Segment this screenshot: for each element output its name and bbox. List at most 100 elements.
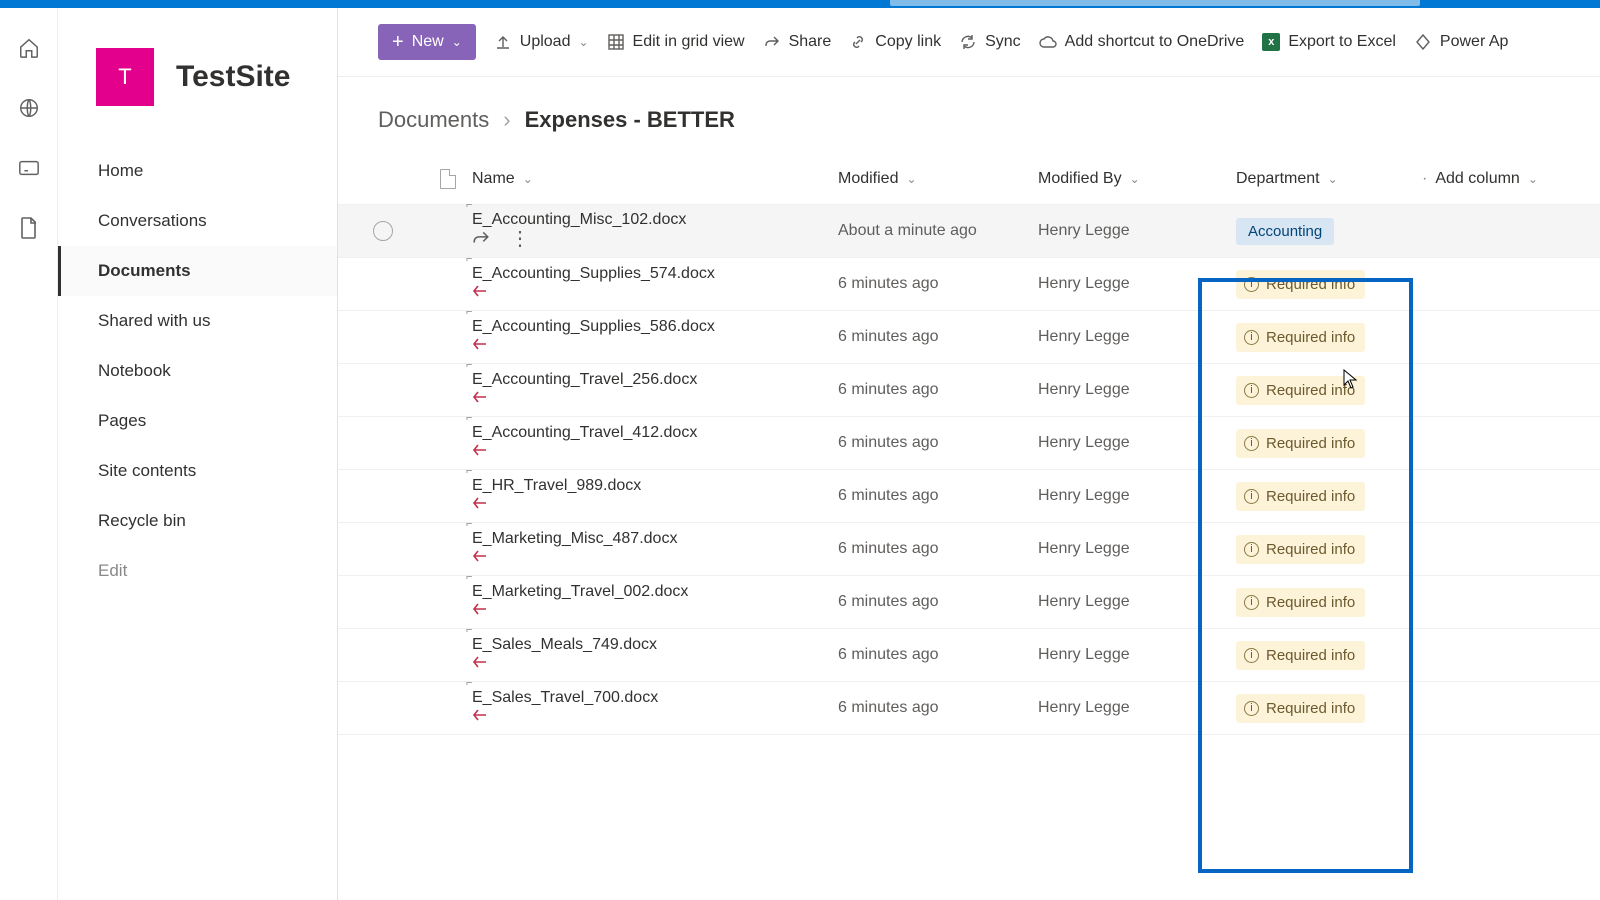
department-cell[interactable]: iRequired info [1208,588,1412,617]
command-bar: + New ⌄ Upload ⌄ Edit in grid view Share… [338,8,1600,77]
share-button[interactable]: Share [763,33,832,51]
breadcrumb-root[interactable]: Documents [378,107,489,133]
card-icon[interactable] [17,156,41,180]
department-cell[interactable]: iRequired info [1208,429,1412,458]
nav-item-notebook[interactable]: Notebook [58,346,337,396]
edit-grid-button[interactable]: Edit in grid view [607,33,745,51]
col-modified[interactable]: Modified⌄ [838,170,1038,188]
table-row[interactable]: ⌐E_Accounting_Travel_412.docx6 minutes a… [338,417,1600,470]
table-row[interactable]: ⌐E_HR_Travel_989.docx6 minutes agoHenry … [338,470,1600,523]
file-name[interactable]: E_Sales_Meals_749.docx [472,636,657,654]
chevron-down-icon: ⌄ [578,35,588,49]
col-department[interactable]: Department⌄ [1236,170,1412,188]
home-icon[interactable] [17,36,41,60]
modified-by-cell[interactable]: Henry Legge [1038,646,1208,664]
power-apps-button[interactable]: Power Ap [1414,33,1508,51]
modified-by-cell[interactable]: Henry Legge [1038,434,1208,452]
file-name[interactable]: E_Accounting_Travel_256.docx [472,371,697,389]
modified-by-cell[interactable]: Henry Legge [1038,487,1208,505]
new-button[interactable]: + New ⌄ [378,24,476,60]
nav-item-home[interactable]: Home [58,146,337,196]
required-info-badge[interactable]: iRequired info [1236,376,1365,405]
site-title[interactable]: TestSite [176,60,290,94]
copy-link-button[interactable]: Copy link [849,33,941,51]
department-tag[interactable]: Accounting [1236,218,1334,245]
nav-item-documents[interactable]: Documents [58,246,337,296]
required-info-badge[interactable]: iRequired info [1236,482,1365,511]
info-icon: i [1244,648,1259,663]
nav-item-shared-with-us[interactable]: Shared with us [58,296,337,346]
file-name[interactable]: E_Marketing_Travel_002.docx [472,583,688,601]
department-cell[interactable]: Accounting [1208,218,1412,245]
attention-icon [472,442,488,463]
select-circle[interactable] [373,221,393,241]
site-logo[interactable]: T [96,48,154,106]
filetype-col-icon[interactable] [428,169,468,189]
department-cell[interactable]: iRequired info [1208,535,1412,564]
department-cell[interactable]: iRequired info [1208,694,1412,723]
add-column-button[interactable]: ·Add column⌄ [1422,170,1572,188]
table-row[interactable]: ⌐E_Accounting_Supplies_574.docx6 minutes… [338,258,1600,311]
file-name[interactable]: E_Accounting_Travel_412.docx [472,424,697,442]
modified-cell: 6 minutes ago [838,328,1038,346]
file-name[interactable]: E_Accounting_Misc_102.docx [472,211,686,229]
chevron-right-icon: › [503,107,510,133]
required-info-badge[interactable]: iRequired info [1236,535,1365,564]
file-name[interactable]: E_Marketing_Misc_487.docx [472,530,677,548]
table-header: Name⌄ Modified⌄ Modified By⌄ Department⌄… [338,153,1600,205]
document-icon[interactable] [17,216,41,240]
required-info-badge[interactable]: iRequired info [1236,323,1365,352]
file-name[interactable]: E_HR_Travel_989.docx [472,477,641,495]
app-rail [0,8,58,900]
department-cell[interactable]: iRequired info [1208,323,1412,352]
table-row[interactable]: ⌐E_Sales_Travel_700.docx6 minutes agoHen… [338,682,1600,735]
table-row[interactable]: ⌐E_Sales_Meals_749.docx6 minutes agoHenr… [338,629,1600,682]
modified-by-cell[interactable]: Henry Legge [1038,328,1208,346]
department-cell[interactable]: iRequired info [1208,376,1412,405]
export-excel-button[interactable]: x Export to Excel [1262,33,1396,51]
nav-edit[interactable]: Edit [58,546,337,596]
table-row[interactable]: ⌐E_Accounting_Supplies_586.docx6 minutes… [338,311,1600,364]
info-icon: i [1244,542,1259,557]
modified-by-cell[interactable]: Henry Legge [1038,699,1208,717]
file-name[interactable]: E_Accounting_Supplies_586.docx [472,318,715,336]
info-icon: i [1244,330,1259,345]
new-indicator-icon: ⌐ [466,677,472,689]
required-info-badge[interactable]: iRequired info [1236,429,1365,458]
department-cell[interactable]: iRequired info [1208,482,1412,511]
table-row[interactable]: ⌐E_Accounting_Misc_102.docx⋮About a minu… [338,205,1600,258]
nav-item-site-contents[interactable]: Site contents [58,446,337,496]
col-modified-by[interactable]: Modified By⌄ [1038,170,1208,188]
info-icon: i [1244,701,1259,716]
nav-item-pages[interactable]: Pages [58,396,337,446]
modified-by-cell[interactable]: Henry Legge [1038,275,1208,293]
globe-icon[interactable] [17,96,41,120]
modified-by-cell[interactable]: Henry Legge [1038,222,1208,240]
required-info-badge[interactable]: iRequired info [1236,270,1365,299]
table-row[interactable]: ⌐E_Accounting_Travel_256.docx6 minutes a… [338,364,1600,417]
new-indicator-icon: ⌐ [466,465,472,477]
required-info-badge[interactable]: iRequired info [1236,641,1365,670]
col-name[interactable]: Name⌄ [472,170,838,188]
nav-item-recycle-bin[interactable]: Recycle bin [58,496,337,546]
nav-item-conversations[interactable]: Conversations [58,196,337,246]
department-cell[interactable]: iRequired info [1208,270,1412,299]
chevron-down-icon: ⌄ [452,35,462,49]
modified-by-cell[interactable]: Henry Legge [1038,593,1208,611]
department-cell[interactable]: iRequired info [1208,641,1412,670]
share-icon[interactable] [472,229,490,252]
add-shortcut-button[interactable]: Add shortcut to OneDrive [1039,33,1245,51]
file-name[interactable]: E_Sales_Travel_700.docx [472,689,658,707]
required-info-badge[interactable]: iRequired info [1236,694,1365,723]
sync-button[interactable]: Sync [959,33,1021,51]
modified-by-cell[interactable]: Henry Legge [1038,540,1208,558]
modified-by-cell[interactable]: Henry Legge [1038,381,1208,399]
table-row[interactable]: ⌐E_Marketing_Misc_487.docx6 minutes agoH… [338,523,1600,576]
row-more-icon[interactable]: ⋮ [510,229,530,252]
file-name[interactable]: E_Accounting_Supplies_574.docx [472,265,715,283]
excel-icon: x [1262,33,1280,51]
search-placeholder-bar[interactable] [890,0,1420,6]
upload-button[interactable]: Upload ⌄ [494,33,589,51]
required-info-badge[interactable]: iRequired info [1236,588,1365,617]
table-row[interactable]: ⌐E_Marketing_Travel_002.docx6 minutes ag… [338,576,1600,629]
